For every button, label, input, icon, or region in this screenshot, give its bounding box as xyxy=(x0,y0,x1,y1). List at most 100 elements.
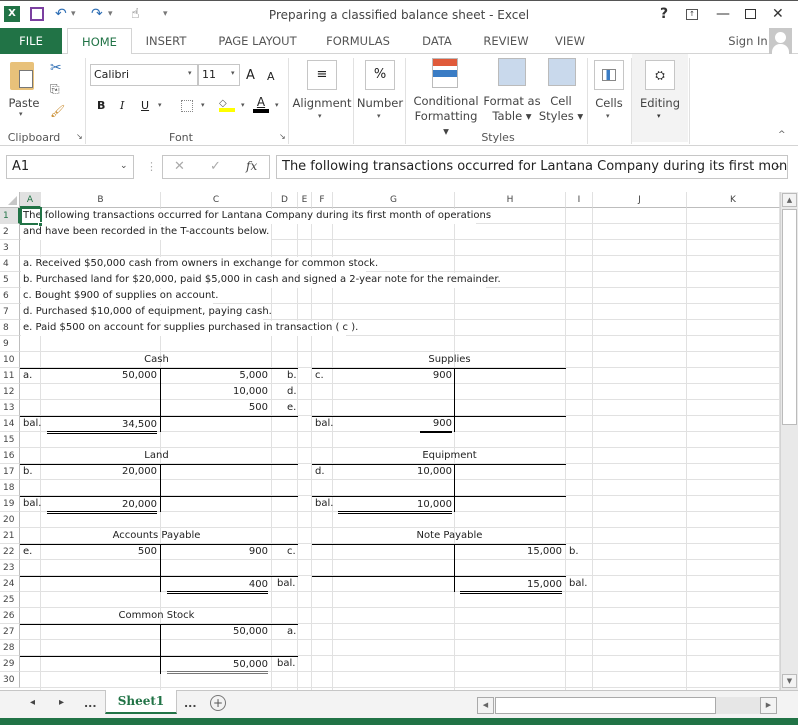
row-header-26[interactable]: 26 xyxy=(0,608,20,624)
row-header-9[interactable]: 9 xyxy=(0,336,20,352)
cash-bal-label[interactable]: bal. xyxy=(23,416,41,432)
cell-styles-button[interactable]: Cell Styles ▾ xyxy=(538,94,584,124)
land-debit-amount[interactable]: 20,000 xyxy=(41,464,157,480)
alignment-icon[interactable]: ≡ xyxy=(307,60,337,90)
expand-formula-bar-icon[interactable]: ⌄ xyxy=(774,161,782,171)
paste-dropdown-icon[interactable]: ▾ xyxy=(19,110,23,118)
cash-credit-ref-1[interactable]: b. xyxy=(287,368,297,384)
land-balance[interactable]: 20,000 xyxy=(47,498,157,514)
font-color-dropdown-icon[interactable]: ▾ xyxy=(275,101,279,109)
land-title[interactable]: Land xyxy=(41,448,272,464)
ribbon-display-options-icon[interactable]: ↑ xyxy=(686,9,698,20)
equipment-balance[interactable]: 10,000 xyxy=(338,498,452,514)
vertical-scrollbar[interactable]: ▲ ▼ xyxy=(780,192,798,690)
supplies-balance[interactable]: 900 xyxy=(420,417,452,433)
note-payable-bal-label[interactable]: bal. xyxy=(569,576,587,592)
scroll-down-button[interactable]: ▼ xyxy=(782,674,797,688)
note-payable-credit-ref[interactable]: b. xyxy=(569,544,579,560)
formula-input[interactable]: The following transactions occurred for … xyxy=(276,155,788,179)
tab-review[interactable]: REVIEW xyxy=(476,28,536,54)
accounts-payable-title[interactable]: Accounts Payable xyxy=(41,528,272,544)
common-stock-balance[interactable]: 50,000 xyxy=(167,658,268,674)
land-debit-ref[interactable]: b. xyxy=(23,464,33,480)
paste-button[interactable]: Paste xyxy=(6,96,42,111)
borders-dropdown-icon[interactable]: ▾ xyxy=(201,101,205,109)
supplies-debit-amount[interactable]: 900 xyxy=(333,368,452,384)
user-avatar-icon[interactable] xyxy=(769,28,792,54)
conditional-formatting-icon[interactable] xyxy=(432,58,458,88)
supplies-title[interactable]: Supplies xyxy=(333,352,566,368)
font-color-icon[interactable]: A xyxy=(253,96,269,113)
column-header-i[interactable]: I xyxy=(566,192,593,208)
common-stock-title[interactable]: Common Stock xyxy=(41,608,272,624)
column-header-h[interactable]: H xyxy=(455,192,566,208)
row-header-18[interactable]: 18 xyxy=(0,480,20,496)
cell-a2[interactable]: and have been recorded in the T-accounts… xyxy=(23,224,269,240)
name-box[interactable]: A1 xyxy=(6,155,134,179)
transaction-b[interactable]: b. Purchased land for $20,000, paid $5,0… xyxy=(23,272,501,288)
row-header-27[interactable]: 27 xyxy=(0,624,20,640)
borders-icon[interactable] xyxy=(181,100,193,112)
scroll-up-button[interactable]: ▲ xyxy=(782,193,797,207)
row-header-10[interactable]: 10 xyxy=(0,352,20,368)
scroll-right-button[interactable]: ▶ xyxy=(760,697,777,714)
font-size-dropdown-icon[interactable]: ▾ xyxy=(231,69,235,77)
row-header-15[interactable]: 15 xyxy=(0,432,20,448)
underline-dropdown-icon[interactable]: ▾ xyxy=(158,101,162,109)
cash-title[interactable]: Cash xyxy=(41,352,272,368)
row-header-28[interactable]: 28 xyxy=(0,640,20,656)
cells-button[interactable]: Cells xyxy=(590,96,628,111)
equipment-debit-amount[interactable]: 10,000 xyxy=(333,464,452,480)
paste-icon[interactable] xyxy=(10,62,34,90)
row-header-12[interactable]: 12 xyxy=(0,384,20,400)
column-header-c[interactable]: C xyxy=(161,192,272,208)
equipment-bal-label[interactable]: bal. xyxy=(315,496,333,512)
name-box-dropdown-icon[interactable]: ⌄ xyxy=(120,161,128,171)
format-as-table-icon[interactable] xyxy=(498,58,526,86)
cash-balance[interactable]: 34,500 xyxy=(47,418,157,434)
common-stock-credit-ref[interactable]: a. xyxy=(287,624,296,640)
decrease-font-size-icon[interactable]: A xyxy=(267,70,275,83)
cells-dropdown-icon[interactable]: ▾ xyxy=(606,112,610,120)
more-sheets-right-button[interactable]: ... xyxy=(184,697,197,710)
find-binoculars-icon[interactable]: ⛭ xyxy=(645,60,675,90)
row-header-20[interactable]: 20 xyxy=(0,512,20,528)
column-header-j[interactable]: J xyxy=(593,192,687,208)
scroll-left-button[interactable]: ◀ xyxy=(477,697,494,714)
row-header-6[interactable]: 6 xyxy=(0,288,20,304)
alignment-button[interactable]: Alignment xyxy=(292,96,352,111)
row-header-4[interactable]: 4 xyxy=(0,256,20,272)
worksheet-grid[interactable]: A B C D E F G H I J K 1 2 3 4 5 6 7 8 9 10 11 12 13 1… xyxy=(0,192,780,690)
cash-debit-amount[interactable]: 50,000 xyxy=(41,368,157,384)
equipment-debit-ref[interactable]: d. xyxy=(315,464,325,480)
cash-credit-amount-3[interactable]: 500 xyxy=(161,400,268,416)
row-header-19[interactable]: 19 xyxy=(0,496,20,512)
bold-button[interactable]: B xyxy=(97,99,105,112)
formula-bar-splitter[interactable]: ⋮ xyxy=(146,160,157,173)
tab-page-layout[interactable]: PAGE LAYOUT xyxy=(210,28,305,54)
tab-view[interactable]: VIEW xyxy=(550,28,590,54)
new-sheet-button[interactable]: + xyxy=(210,695,226,711)
supplies-debit-ref[interactable]: c. xyxy=(315,368,324,384)
row-header-14[interactable]: 14 xyxy=(0,416,20,432)
clipboard-launcher-icon[interactable]: ↘ xyxy=(76,132,83,141)
more-sheets-left-button[interactable]: ... xyxy=(84,697,97,710)
horizontal-scroll-track[interactable] xyxy=(716,697,760,714)
format-painter-icon[interactable]: 🖌 xyxy=(50,104,65,118)
transaction-d[interactable]: d. Purchased $10,000 of equipment, payin… xyxy=(23,304,272,320)
accounts-payable-bal-label[interactable]: bal. xyxy=(277,576,295,592)
editing-dropdown-icon[interactable]: ▾ xyxy=(657,112,661,120)
supplies-bal-label[interactable]: bal. xyxy=(315,416,333,432)
note-payable-balance[interactable]: 15,000 xyxy=(460,578,562,594)
row-header-30[interactable]: 30 xyxy=(0,672,20,688)
column-header-a[interactable]: A xyxy=(20,192,41,208)
row-header-22[interactable]: 22 xyxy=(0,544,20,560)
underline-button[interactable]: U xyxy=(141,99,149,112)
row-header-5[interactable]: 5 xyxy=(0,272,20,288)
collapse-ribbon-icon[interactable]: ^ xyxy=(778,130,786,140)
font-launcher-icon[interactable]: ↘ xyxy=(279,132,286,141)
cancel-icon[interactable]: ✕ xyxy=(174,159,185,174)
row-header-3[interactable]: 3 xyxy=(0,240,20,256)
row-header-13[interactable]: 13 xyxy=(0,400,20,416)
row-header-1[interactable]: 1 xyxy=(0,208,20,224)
